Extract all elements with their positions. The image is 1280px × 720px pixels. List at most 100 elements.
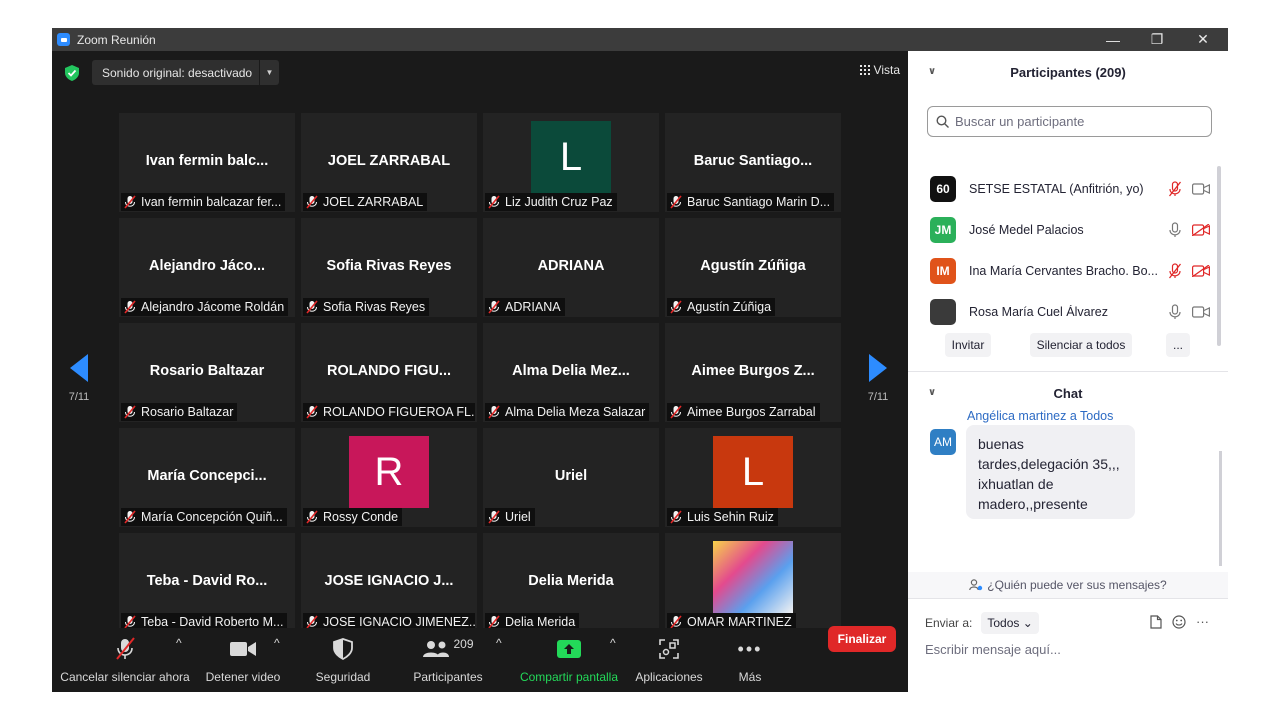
tile-name-bar: Alma Delia Meza Salazar	[485, 403, 650, 421]
share-options-caret[interactable]: ^	[610, 636, 616, 650]
participant-video-tile[interactable]: Alma Delia Mez... Alma Delia Meza Salazar	[483, 323, 659, 422]
more-button[interactable]: ••• Más	[730, 636, 770, 685]
participants-button[interactable]: 209 Participantes	[408, 636, 488, 684]
participant-video-tile[interactable]: Sofia Rivas Reyes Sofia Rivas Reyes	[301, 218, 477, 317]
mic-muted-icon	[306, 195, 318, 209]
participant-video-tile[interactable]: Alejandro Jáco... Alejandro Jácome Roldán	[119, 218, 295, 317]
chat-more-button[interactable]: ···	[1196, 614, 1209, 629]
video-icon[interactable]	[1192, 183, 1210, 195]
participant-search-input[interactable]: Buscar un participante	[927, 106, 1212, 137]
stop-video-button[interactable]: Detener video	[202, 636, 284, 684]
more-dots-icon: •••	[737, 638, 763, 659]
participant-video-tile[interactable]: OMAR MARTINEZ	[665, 533, 841, 632]
video-options-caret[interactable]: ^	[274, 636, 280, 650]
search-placeholder: Buscar un participante	[955, 114, 1085, 129]
view-button[interactable]: Vista	[859, 63, 900, 77]
mic-muted-icon	[306, 300, 318, 314]
title-bar: Zoom Reunión — ❐ ✕	[52, 28, 1228, 51]
invite-button[interactable]: Invitar	[945, 333, 991, 357]
participant-name: Ina María Cervantes Bracho. Bo...	[969, 264, 1158, 278]
encryption-shield-icon[interactable]	[65, 65, 79, 81]
security-label: Seguridad	[315, 670, 371, 684]
tile-name-bar: JOEL ZARRABAL	[303, 193, 428, 211]
message-privacy-link[interactable]: ¿Quién puede ver sus mensajes?	[908, 572, 1228, 598]
close-icon[interactable]: ✕	[1180, 28, 1226, 51]
original-sound-toggle[interactable]: Sonido original: desactivado ▼	[92, 60, 279, 85]
tile-name-bar: Uriel	[485, 508, 535, 526]
security-button[interactable]: Seguridad	[308, 636, 378, 684]
participant-video-tile[interactable]: ADRIANA ADRIANA	[483, 218, 659, 317]
participant-video-tile[interactable]: Delia Merida Delia Merida	[483, 533, 659, 632]
file-icon[interactable]	[1150, 614, 1162, 629]
minimize-icon[interactable]: —	[1090, 28, 1136, 51]
tile-display-name: Sofia Rivas Reyes	[326, 258, 452, 274]
mic-muted-icon	[306, 510, 318, 524]
share-screen-label: Compartir pantalla	[519, 670, 619, 684]
unmute-button[interactable]: Cancelar silenciar ahora	[60, 636, 190, 684]
tile-display-name: Teba - David Ro...	[146, 573, 268, 589]
tile-participant-name: Rossy Conde	[323, 510, 399, 524]
stop-video-label: Detener video	[205, 670, 281, 684]
mic-muted-icon[interactable]	[1168, 263, 1182, 279]
participant-row[interactable]: IM Ina María Cervantes Bracho. Bo...	[930, 256, 1210, 286]
participant-video-tile[interactable]: L Liz Judith Cruz Paz	[483, 113, 659, 212]
participant-video-tile[interactable]: Uriel Uriel	[483, 428, 659, 527]
share-screen-button[interactable]: Compartir pantalla	[518, 636, 620, 684]
video-off-icon[interactable]	[1192, 224, 1210, 236]
mute-all-button[interactable]: Silenciar a todos	[1030, 333, 1132, 357]
participant-video-tile[interactable]: R Rossy Conde	[301, 428, 477, 527]
tile-participant-name: JOSE IGNACIO JIMENEZ...	[323, 615, 475, 629]
participant-name: Rosa María Cuel Álvarez	[969, 305, 1108, 319]
participant-video-tile[interactable]: Ivan fermin balc... Ivan fermin balcazar …	[119, 113, 295, 212]
tile-display-name: Alejandro Jáco...	[148, 258, 266, 274]
participant-video-tile[interactable]: JOSE IGNACIO J... JOSE IGNACIO JIMENEZ...	[301, 533, 477, 632]
participant-row[interactable]: JM José Medel Palacios	[930, 215, 1210, 245]
restore-icon[interactable]: ❐	[1134, 28, 1180, 51]
participant-video-tile[interactable]: María Concepci... María Concepción Quiñ..…	[119, 428, 295, 527]
emoji-icon[interactable]	[1172, 614, 1186, 629]
participant-video-tile[interactable]: ROLANDO FIGU... ROLANDO FIGUEROA FL...	[301, 323, 477, 422]
send-to-row: Enviar a: Todos ⌄	[925, 612, 1039, 634]
participant-video-tile[interactable]: Baruc Santiago... Baruc Santiago Marin D.…	[665, 113, 841, 212]
next-page-button[interactable]: 7/11	[863, 354, 893, 403]
chat-message-input[interactable]: Escribir mensaje aquí...	[925, 642, 1061, 657]
previous-page-button[interactable]: 7/11	[64, 354, 94, 403]
mic-icon[interactable]	[1168, 222, 1182, 238]
mic-muted-icon[interactable]	[1168, 181, 1182, 197]
send-to-dropdown[interactable]: Todos ⌄	[981, 612, 1039, 634]
video-icon[interactable]	[1192, 306, 1210, 318]
participant-row[interactable]: Rosa María Cuel Álvarez	[930, 297, 1210, 327]
end-meeting-button[interactable]: Finalizar	[828, 626, 896, 652]
mic-icon[interactable]	[1168, 304, 1182, 320]
participant-status-icons	[1168, 263, 1210, 279]
original-sound-label: Sonido original: desactivado	[102, 65, 253, 80]
tile-name-bar: Agustín Zúñiga	[667, 298, 776, 316]
collapse-chevron-icon[interactable]: ∨	[928, 387, 936, 398]
participants-label: Participantes	[413, 670, 483, 684]
tile-participant-name: OMAR MARTINEZ	[687, 615, 792, 629]
tile-participant-name: ADRIANA	[505, 300, 561, 314]
audio-options-caret[interactable]: ^	[176, 636, 182, 650]
apps-button[interactable]: Aplicaciones	[632, 636, 706, 684]
video-camera-icon	[230, 642, 256, 656]
participant-video-tile[interactable]: JOEL ZARRABAL JOEL ZARRABAL	[301, 113, 477, 212]
participants-scrollbar[interactable]	[1217, 166, 1221, 346]
participant-video-tile[interactable]: Rosario Baltazar Rosario Baltazar	[119, 323, 295, 422]
tile-name-bar: María Concepción Quiñ...	[121, 508, 287, 526]
participant-video-tile[interactable]: Agustín Zúñiga Agustín Zúñiga	[665, 218, 841, 317]
search-icon	[936, 115, 949, 128]
chat-message-bubble: buenas tardes,delegación 35,,, ixhuatlan…	[966, 425, 1135, 519]
send-to-value: Todos	[987, 616, 1020, 630]
participant-row[interactable]: 60 SETSE ESTATAL (Anfitrión, yo)	[930, 174, 1210, 204]
participant-video-tile[interactable]: Teba - David Ro... Teba - David Roberto M…	[119, 533, 295, 632]
chevron-down-icon[interactable]: ▼	[259, 60, 279, 85]
participant-video-tile[interactable]: Aimee Burgos Z... Aimee Burgos Zarrabal	[665, 323, 841, 422]
participants-more-button[interactable]: ...	[1166, 333, 1190, 357]
collapse-chevron-icon[interactable]: ∨	[928, 66, 936, 77]
chat-scrollbar[interactable]	[1219, 451, 1222, 566]
tile-name-bar: Aimee Burgos Zarrabal	[667, 403, 820, 421]
tile-name-bar: ROLANDO FIGUEROA FL...	[303, 403, 475, 421]
video-off-icon[interactable]	[1192, 265, 1210, 277]
participants-options-caret[interactable]: ^	[496, 636, 502, 650]
participant-video-tile[interactable]: L Luis Sehin Ruiz	[665, 428, 841, 527]
